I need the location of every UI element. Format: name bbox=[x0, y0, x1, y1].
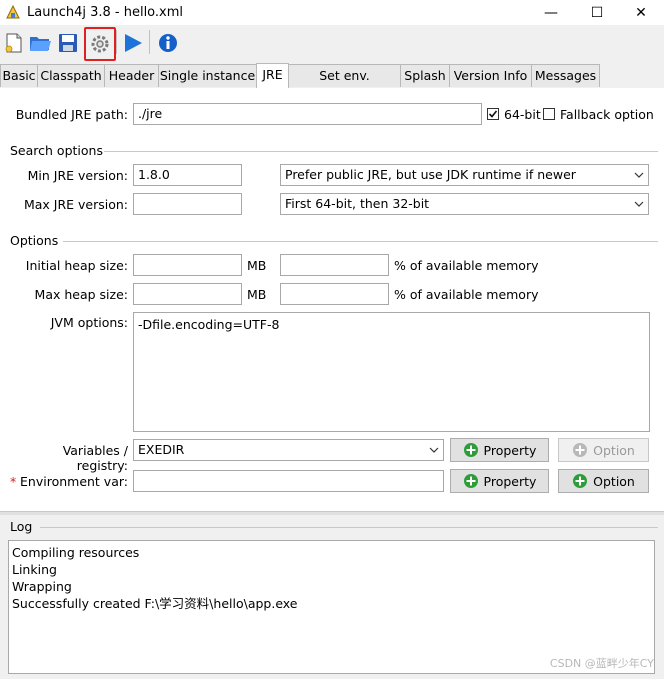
about-button[interactable] bbox=[155, 30, 181, 56]
environment-var-label: Environment var: bbox=[20, 474, 128, 489]
environment-var-input[interactable] bbox=[133, 470, 444, 492]
log-output[interactable]: Compiling resources Linking Wrapping Suc… bbox=[8, 540, 655, 674]
log-line: Wrapping bbox=[12, 579, 72, 594]
add-variable-option-button[interactable]: Option bbox=[558, 438, 649, 462]
log-line: Linking bbox=[12, 562, 57, 577]
fallback-option-label: Fallback option bbox=[560, 107, 654, 122]
fallback-option-checkbox[interactable] bbox=[543, 108, 555, 120]
plus-icon bbox=[573, 443, 588, 457]
initial-heap-unit: MB bbox=[247, 258, 267, 273]
watermark: CSDN @蓝畔少年CY bbox=[549, 657, 654, 670]
build-wrapper-icon bbox=[91, 35, 109, 53]
tab-bar: Basic Classpath Header Single instance J… bbox=[0, 63, 664, 105]
max-heap-label: Max heap size: bbox=[34, 287, 128, 302]
minimize-icon: — bbox=[544, 4, 558, 21]
search-options-divider bbox=[104, 151, 658, 152]
new-file-icon bbox=[5, 33, 22, 53]
minimize-button[interactable]: — bbox=[528, 0, 574, 25]
options-divider bbox=[63, 241, 658, 242]
tab-set-env-variables[interactable]: Set env. variables bbox=[288, 64, 401, 105]
bundled-jre-label: Bundled JRE path: bbox=[15, 107, 128, 122]
log-line: Successfully created F:\学习资料\hello\app.e… bbox=[12, 596, 298, 611]
variables-registry-select[interactable]: EXEDIR bbox=[133, 439, 444, 461]
open-folder-icon bbox=[30, 37, 51, 51]
new-config-button[interactable] bbox=[1, 30, 27, 56]
initial-heap-percent-label: % of available memory bbox=[394, 258, 539, 273]
chevron-down-icon bbox=[630, 165, 648, 185]
max-heap-input[interactable] bbox=[133, 283, 242, 305]
max-heap-percent-label: % of available memory bbox=[394, 287, 539, 302]
variables-registry-value: EXEDIR bbox=[138, 442, 185, 457]
log-line: Compiling resources bbox=[12, 545, 140, 560]
initial-heap-label: Initial heap size: bbox=[25, 258, 128, 273]
toolbar-separator bbox=[149, 30, 150, 54]
chevron-down-icon bbox=[630, 194, 648, 214]
tab-jre[interactable]: JRE bbox=[256, 63, 289, 88]
save-config-button[interactable] bbox=[55, 30, 81, 56]
jvm-options-textarea[interactable]: -Dfile.encoding=UTF-8 bbox=[133, 312, 650, 432]
initial-heap-percent-input[interactable] bbox=[280, 254, 389, 276]
add-variable-property-button[interactable]: Property bbox=[450, 438, 549, 462]
options-title: Options bbox=[10, 233, 59, 248]
add-env-property-button[interactable]: Property bbox=[450, 469, 549, 493]
tab-header[interactable]: Header bbox=[104, 64, 159, 87]
runtime-bits-value: First 64-bit, then 32-bit bbox=[285, 196, 430, 211]
tab-basic[interactable]: Basic bbox=[0, 64, 38, 87]
log-divider bbox=[40, 527, 658, 528]
search-options-title: Search options bbox=[10, 143, 103, 158]
save-icon bbox=[59, 34, 77, 52]
add-env-option-button[interactable]: Option bbox=[558, 469, 649, 493]
close-icon: ✕ bbox=[635, 4, 647, 21]
bundled-jre-path-input[interactable]: ./jre bbox=[133, 103, 482, 125]
build-wrapper-button[interactable] bbox=[84, 27, 116, 61]
min-jre-version-input[interactable]: 1.8.0 bbox=[133, 164, 242, 186]
max-heap-percent-input[interactable] bbox=[280, 283, 389, 305]
bit64-checkbox[interactable] bbox=[487, 108, 499, 120]
chevron-down-icon bbox=[425, 440, 443, 460]
bit64-label: 64-bit bbox=[504, 107, 541, 122]
runtime-bits-select[interactable]: First 64-bit, then 32-bit bbox=[280, 193, 649, 215]
jdk-preference-value: Prefer public JRE, but use JDK runtime i… bbox=[285, 167, 576, 182]
variables-registry-label: Variables / registry: bbox=[62, 443, 128, 473]
option-button-label: Option bbox=[593, 442, 635, 458]
splitter-handle[interactable] bbox=[0, 511, 664, 515]
tab-splash[interactable]: Splash bbox=[400, 64, 450, 87]
launch4j-app-icon bbox=[6, 4, 20, 19]
max-jre-version-input[interactable] bbox=[133, 193, 242, 215]
window-title: Launch4j 3.8 - hello.xml bbox=[27, 5, 184, 20]
property-button-label: Property bbox=[483, 473, 537, 489]
jvm-options-label: JVM options: bbox=[50, 315, 128, 330]
log-title: Log bbox=[10, 519, 33, 534]
close-button[interactable]: ✕ bbox=[618, 0, 664, 25]
checkmark-icon bbox=[488, 110, 498, 118]
tab-version-info[interactable]: Version Info bbox=[449, 64, 532, 87]
property-button-label: Property bbox=[483, 442, 537, 458]
plus-icon bbox=[463, 474, 478, 488]
option-button-label: Option bbox=[593, 473, 635, 489]
open-config-button[interactable] bbox=[27, 30, 53, 56]
max-heap-unit: MB bbox=[247, 287, 267, 302]
run-button[interactable] bbox=[120, 30, 146, 56]
tab-messages[interactable]: Messages bbox=[531, 64, 600, 87]
max-jre-label: Max JRE version: bbox=[23, 197, 128, 212]
maximize-button[interactable]: ☐ bbox=[574, 0, 620, 25]
initial-heap-input[interactable] bbox=[133, 254, 242, 276]
jdk-preference-select[interactable]: Prefer public JRE, but use JDK runtime i… bbox=[280, 164, 649, 186]
info-icon bbox=[159, 34, 177, 52]
maximize-icon: ☐ bbox=[590, 4, 604, 21]
toolbar-separator bbox=[116, 30, 117, 54]
plus-icon bbox=[463, 443, 478, 457]
plus-icon bbox=[573, 474, 588, 488]
run-icon bbox=[125, 34, 142, 52]
tab-single-instance[interactable]: Single instance bbox=[158, 64, 257, 87]
min-jre-label: Min JRE version: bbox=[27, 168, 128, 183]
tab-classpath[interactable]: Classpath bbox=[37, 64, 105, 87]
title-bar: Launch4j 3.8 - hello.xml — ☐ ✕ bbox=[0, 0, 664, 25]
